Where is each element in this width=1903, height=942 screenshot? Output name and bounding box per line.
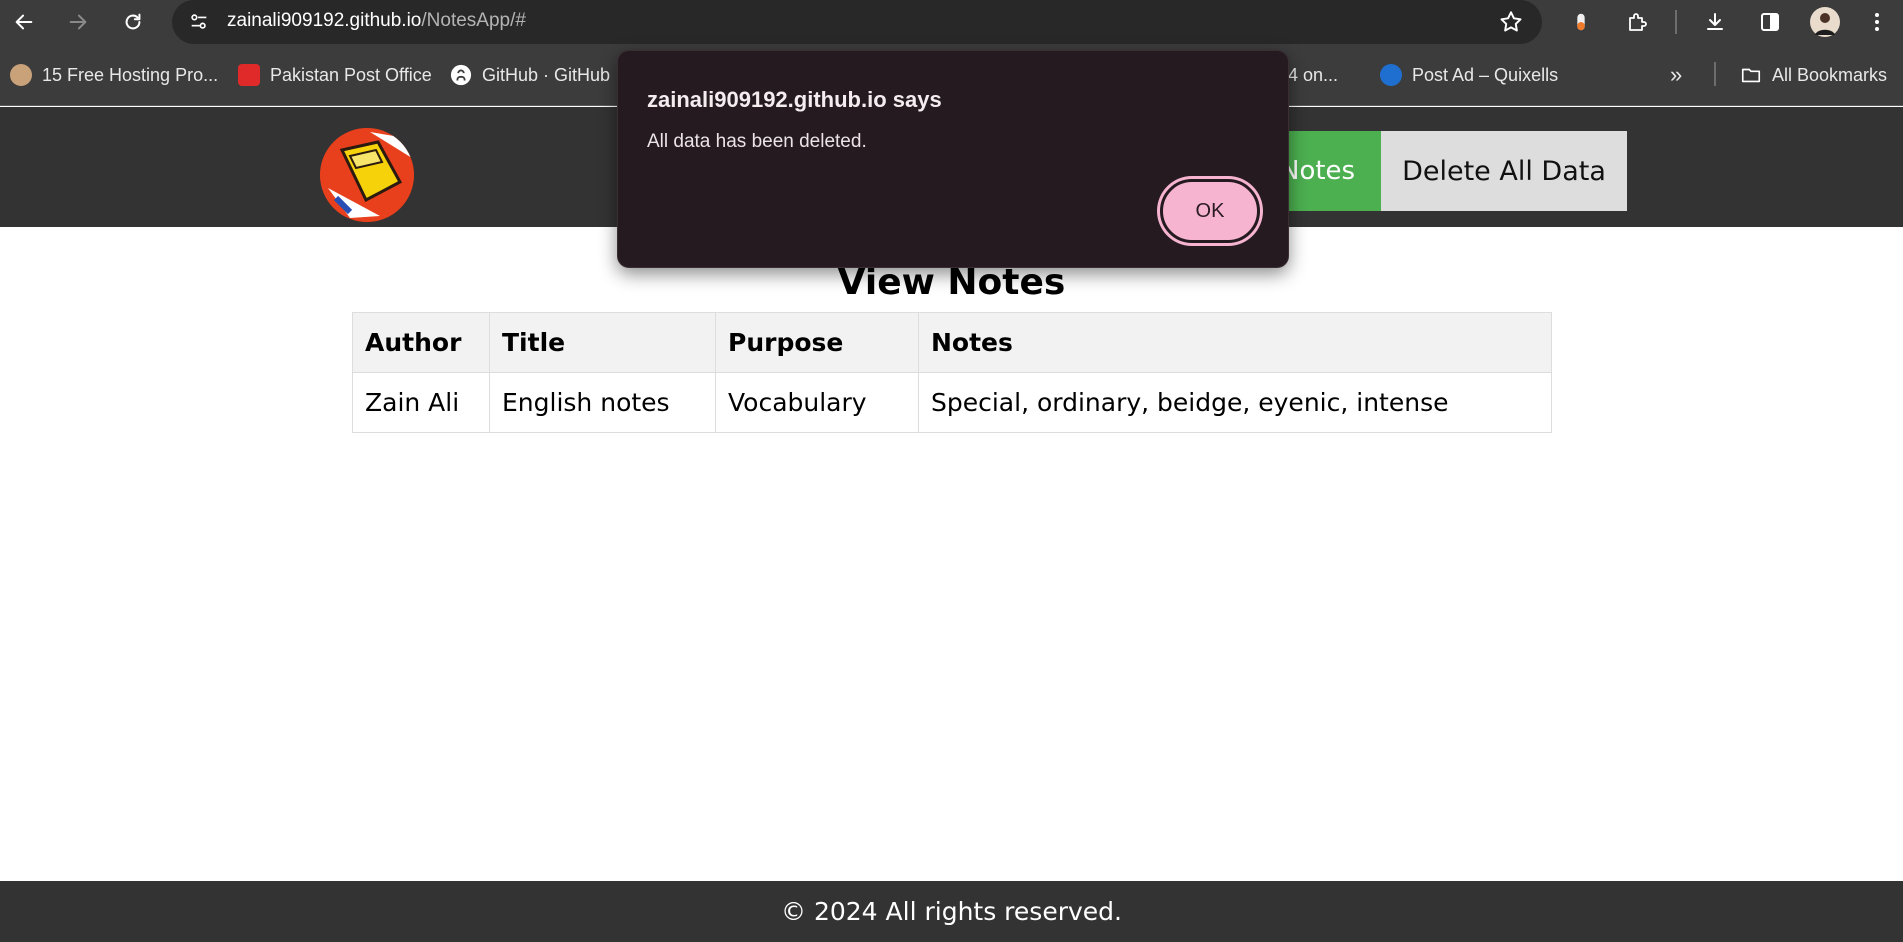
back-arrow-icon bbox=[15, 14, 33, 30]
url-host: zainali909192.github.io bbox=[227, 10, 422, 31]
dialog-message: All data has been deleted. bbox=[647, 131, 867, 152]
delete-all-data-button[interactable]: Delete All Data bbox=[1381, 131, 1627, 211]
column-header-title: Title bbox=[489, 312, 716, 373]
bookmark-label: 15 Free Hosting Pro... bbox=[42, 64, 219, 85]
url-path: /NotesApp/# bbox=[421, 10, 526, 31]
menu-kebab-icon[interactable] bbox=[1862, 7, 1892, 37]
bookmark-star-icon[interactable] bbox=[1498, 9, 1524, 35]
dialog-title: zainali909192.github.io says bbox=[647, 87, 942, 112]
cell-notes: Special, ordinary, beidge, eyenic, inten… bbox=[918, 372, 1552, 433]
address-bar[interactable]: zainali909192.github.io/NotesApp/# bbox=[172, 0, 1542, 44]
all-bookmarks-label: All Bookmarks bbox=[1772, 64, 1888, 85]
profile-avatar-icon[interactable] bbox=[1810, 7, 1840, 37]
alert-dialog: zainali909192.github.io says All data ha… bbox=[617, 50, 1289, 268]
forward-button[interactable] bbox=[62, 6, 94, 38]
bookmark-item[interactable]: Post Ad – Quixells bbox=[1380, 62, 1558, 88]
bookmarks-divider bbox=[1714, 62, 1716, 86]
notes-logo[interactable] bbox=[320, 128, 414, 222]
extension-icon[interactable] bbox=[1566, 7, 1596, 37]
hosting-favicon-icon bbox=[10, 64, 32, 86]
quixells-favicon-icon bbox=[1380, 64, 1402, 86]
all-bookmarks-button[interactable]: All Bookmarks bbox=[1740, 62, 1887, 88]
bookmark-label: GitHub · GitHub bbox=[482, 64, 611, 85]
notes-table: Author Title Purpose Notes Zain Ali Engl… bbox=[352, 312, 1552, 433]
footer-text: © 2024 All rights reserved. bbox=[781, 897, 1122, 926]
column-header-purpose: Purpose bbox=[715, 312, 919, 373]
download-icon[interactable] bbox=[1700, 7, 1730, 37]
post-office-favicon-icon bbox=[238, 64, 260, 86]
url-text[interactable]: zainali909192.github.io/NotesApp/# bbox=[227, 10, 526, 32]
cell-purpose: Vocabulary bbox=[715, 372, 919, 433]
reload-button[interactable] bbox=[117, 6, 149, 38]
back-button[interactable] bbox=[8, 6, 40, 38]
browser-toolbar: zainali909192.github.io/NotesApp/# bbox=[0, 0, 1903, 44]
ok-button[interactable]: OK bbox=[1160, 179, 1260, 243]
bookmark-item[interactable]: Pakistan Post Office bbox=[238, 62, 432, 88]
cell-title: English notes bbox=[489, 372, 716, 433]
bookmark-label: Pakistan Post Office bbox=[270, 64, 432, 85]
bookmark-label: Post Ad – Quixells bbox=[1412, 64, 1559, 85]
forward-arrow-icon bbox=[69, 14, 87, 30]
site-settings-icon[interactable] bbox=[186, 9, 212, 35]
side-panel-icon[interactable] bbox=[1755, 7, 1785, 37]
folder-icon bbox=[1741, 68, 1761, 83]
cell-author: Zain Ali bbox=[352, 372, 490, 433]
reload-icon bbox=[125, 13, 141, 30]
column-header-notes: Notes bbox=[918, 312, 1552, 373]
table-row: Zain Ali English notes Vocabulary Specia… bbox=[352, 372, 1552, 433]
extensions-puzzle-icon[interactable] bbox=[1622, 7, 1652, 37]
table-header-row: Author Title Purpose Notes bbox=[352, 312, 1552, 373]
toolbar-divider bbox=[1675, 10, 1677, 34]
page-title: View Notes bbox=[837, 262, 1066, 303]
bookmark-item[interactable]: GitHub · GitHub bbox=[450, 62, 610, 88]
github-icon bbox=[450, 64, 472, 86]
column-header-author: Author bbox=[352, 312, 490, 373]
footer: © 2024 All rights reserved. bbox=[0, 881, 1903, 942]
more-bookmarks-chevron-icon[interactable]: » bbox=[1670, 62, 1682, 88]
bookmark-item[interactable]: 15 Free Hosting Pro... bbox=[10, 62, 218, 88]
